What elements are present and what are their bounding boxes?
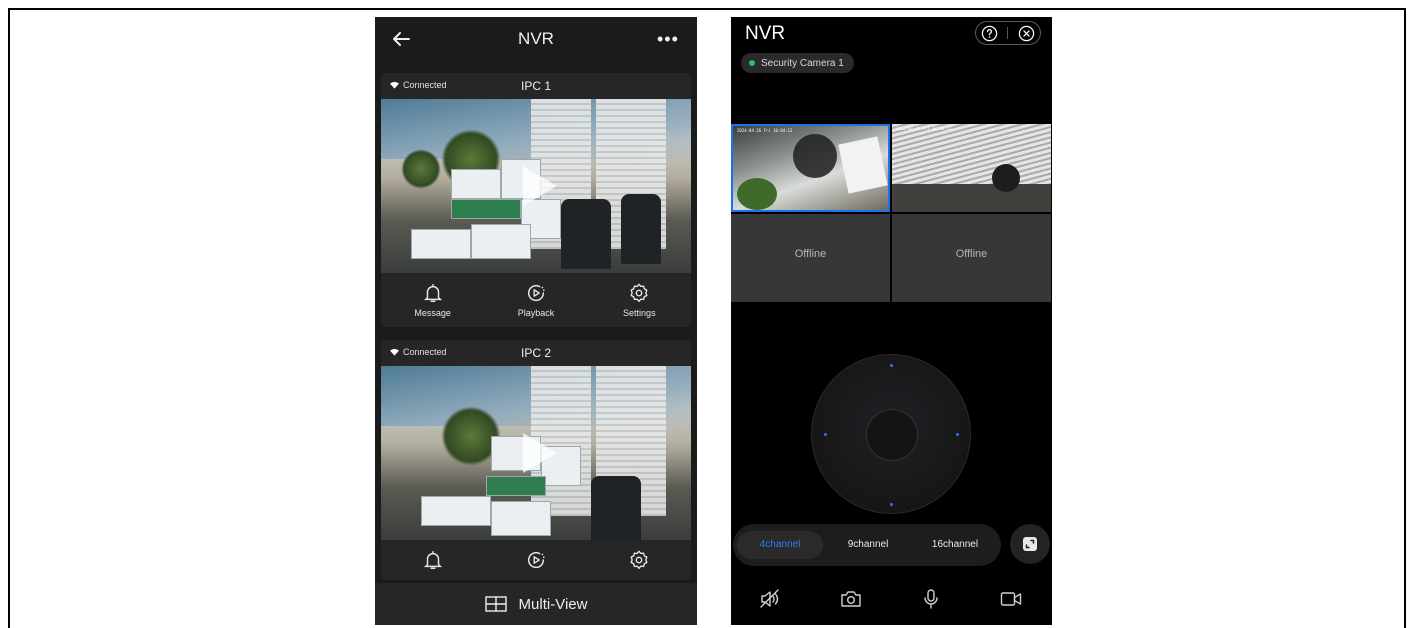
more-options-icon[interactable]: ••• [657,29,681,49]
ptz-joystick-knob[interactable] [866,409,918,461]
ptz-right-indicator [956,433,959,436]
channel-tile-1[interactable]: 2024-04-26 Fri 10:04:12 [731,124,890,212]
camera-card: Connected IPC 2 [381,340,691,580]
playback-label: Playback [517,308,555,318]
multi-view-button[interactable]: Multi-View [375,583,697,625]
page-title: NVR [745,23,786,44]
ptz-left-indicator [824,433,827,436]
ptz-joystick[interactable] [811,354,971,514]
camera-actions: Message Playback Settings [381,273,691,327]
message-button[interactable] [393,549,473,571]
channel-option-9[interactable]: 9channel [827,531,909,559]
header-actions [975,21,1041,45]
camera-card-header: Connected IPC 2 [381,340,691,366]
top-bar: NVR ••• [375,17,697,61]
channel-option-4[interactable]: 4channel [737,531,823,559]
fullscreen-button[interactable] [1010,524,1050,564]
screenshot-frame [8,8,1406,628]
settings-button[interactable] [599,549,679,571]
camera-card: Connected IPC 1 Message Playback Setting… [381,73,691,327]
message-button[interactable]: Message [393,282,473,318]
bell-icon [423,284,442,302]
nvr-live-view-screen: NVR Security Camera 1 2024-04-26 Fri 10:… [731,17,1052,625]
channel-tile-3[interactable]: Offline [731,214,890,302]
play-icon[interactable] [519,431,559,475]
help-icon[interactable] [981,25,998,42]
message-label: Message [414,308,451,318]
gear-icon [630,283,648,303]
timestamp-overlay: 2024-04-26 Fri 10:04:12 [896,126,952,131]
microphone-icon[interactable] [919,587,943,611]
camera-selector-label: Security Camera 1 [761,57,844,69]
ptz-down-indicator [890,503,893,506]
camera-name: IPC 2 [520,346,551,360]
page-title: NVR [518,29,554,48]
settings-label: Settings [623,308,656,318]
close-icon[interactable] [1018,25,1035,42]
timestamp-overlay: 2024-04-26 Fri 10:04:12 [737,128,793,133]
grid-icon [484,596,507,612]
offline-label: Offline [955,248,988,260]
ptz-up-indicator [890,364,893,367]
playback-button[interactable] [496,549,576,571]
channel-tile-4[interactable]: Offline [892,214,1051,302]
gear-icon [630,550,648,570]
camera-actions [381,540,691,580]
fullscreen-icon [1023,537,1037,551]
playback-icon [527,551,545,569]
camera-snapshot-icon[interactable] [839,587,863,611]
playback-button[interactable]: Playback [496,282,576,318]
speaker-muted-icon[interactable] [758,587,782,611]
bottom-toolbar [731,579,1052,619]
video-record-icon[interactable] [999,587,1023,611]
play-icon[interactable] [519,164,559,208]
camera-selector[interactable]: Security Camera 1 [741,53,854,73]
camera-video-preview[interactable] [381,99,691,273]
multi-view-label: Multi-View [518,595,588,613]
nvr-device-list-screen: NVR ••• Connected IPC 1 Message Playback… [375,17,697,625]
playback-icon [527,284,545,302]
camera-name: IPC 1 [520,79,551,93]
camera-card-header: Connected IPC 1 [381,73,691,99]
channel-option-16[interactable]: 16channel [913,531,997,559]
online-status-dot [749,60,755,66]
offline-label: Offline [794,248,827,260]
channel-layout-switcher: 4channel 9channel 16channel [733,524,1001,566]
channel-grid: 2024-04-26 Fri 10:04:12 2024-04-26 Fri 1… [731,124,1052,302]
settings-button[interactable]: Settings [599,282,679,318]
camera-video-preview[interactable] [381,366,691,540]
channel-tile-2[interactable]: 2024-04-26 Fri 10:04:12 [892,124,1051,212]
bell-icon [423,551,442,569]
